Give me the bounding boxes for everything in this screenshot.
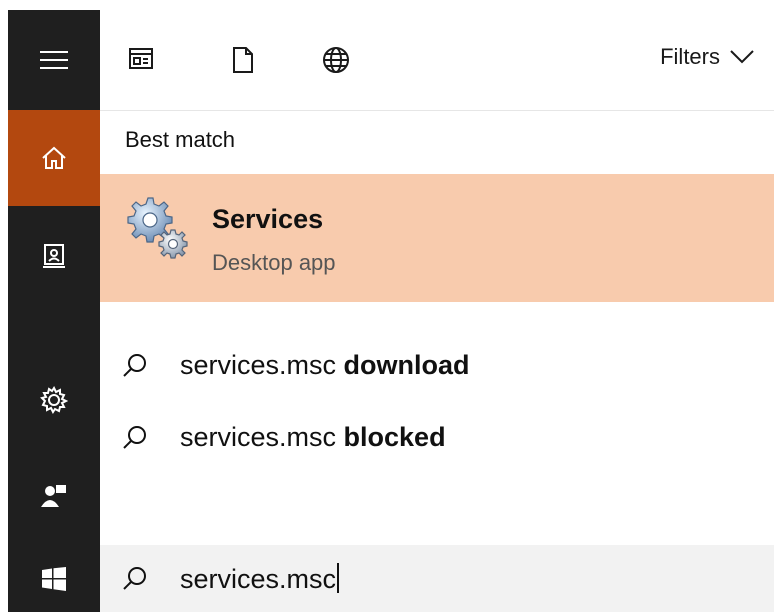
suggestion-text: services.msc download — [180, 350, 470, 381]
settings-icon — [40, 386, 68, 414]
suggestion-completion: blocked — [343, 422, 446, 452]
home-icon — [41, 146, 67, 170]
device-button[interactable] — [8, 206, 100, 306]
chevron-down-icon — [730, 44, 754, 70]
suggestion-row[interactable]: services.msc download — [100, 338, 774, 394]
best-match-type: Desktop app — [212, 250, 336, 275]
hamburger-menu-button[interactable] — [8, 10, 100, 110]
search-filter-toolbar: Filters — [100, 10, 774, 111]
search-icon — [122, 424, 148, 454]
suggestion-query: services.msc — [180, 350, 337, 380]
user-icon — [40, 481, 68, 509]
apps-icon[interactable] — [128, 46, 154, 76]
start-button[interactable] — [8, 545, 100, 612]
windows-start-icon — [42, 566, 66, 591]
left-rail — [0, 0, 100, 612]
device-icon — [42, 243, 66, 269]
filters-button[interactable]: Filters — [660, 44, 754, 70]
user-button[interactable] — [8, 455, 100, 535]
text-caret — [337, 563, 340, 593]
search-icon — [122, 565, 148, 595]
home-button[interactable] — [8, 110, 100, 206]
suggestion-text: services.msc blocked — [180, 422, 446, 453]
best-match-name: Services — [212, 204, 324, 234]
hamburger-menu-icon — [40, 50, 68, 70]
search-box[interactable]: services.msc — [100, 545, 774, 612]
documents-icon[interactable] — [232, 46, 254, 78]
search-query-text: services.msc — [180, 564, 337, 594]
web-icon[interactable] — [322, 46, 350, 78]
suggestion-completion: download — [343, 350, 470, 380]
services-gears-icon — [122, 194, 192, 268]
section-title-best-match: Best match — [125, 127, 236, 152]
filters-label: Filters — [660, 44, 720, 69]
settings-button[interactable] — [8, 360, 100, 440]
suggestion-row[interactable]: services.msc blocked — [100, 410, 774, 466]
search-icon — [122, 352, 148, 382]
suggestion-query: services.msc — [180, 422, 337, 452]
search-input[interactable]: services.msc — [180, 563, 340, 595]
best-match-result[interactable]: Services Desktop app — [100, 174, 774, 302]
